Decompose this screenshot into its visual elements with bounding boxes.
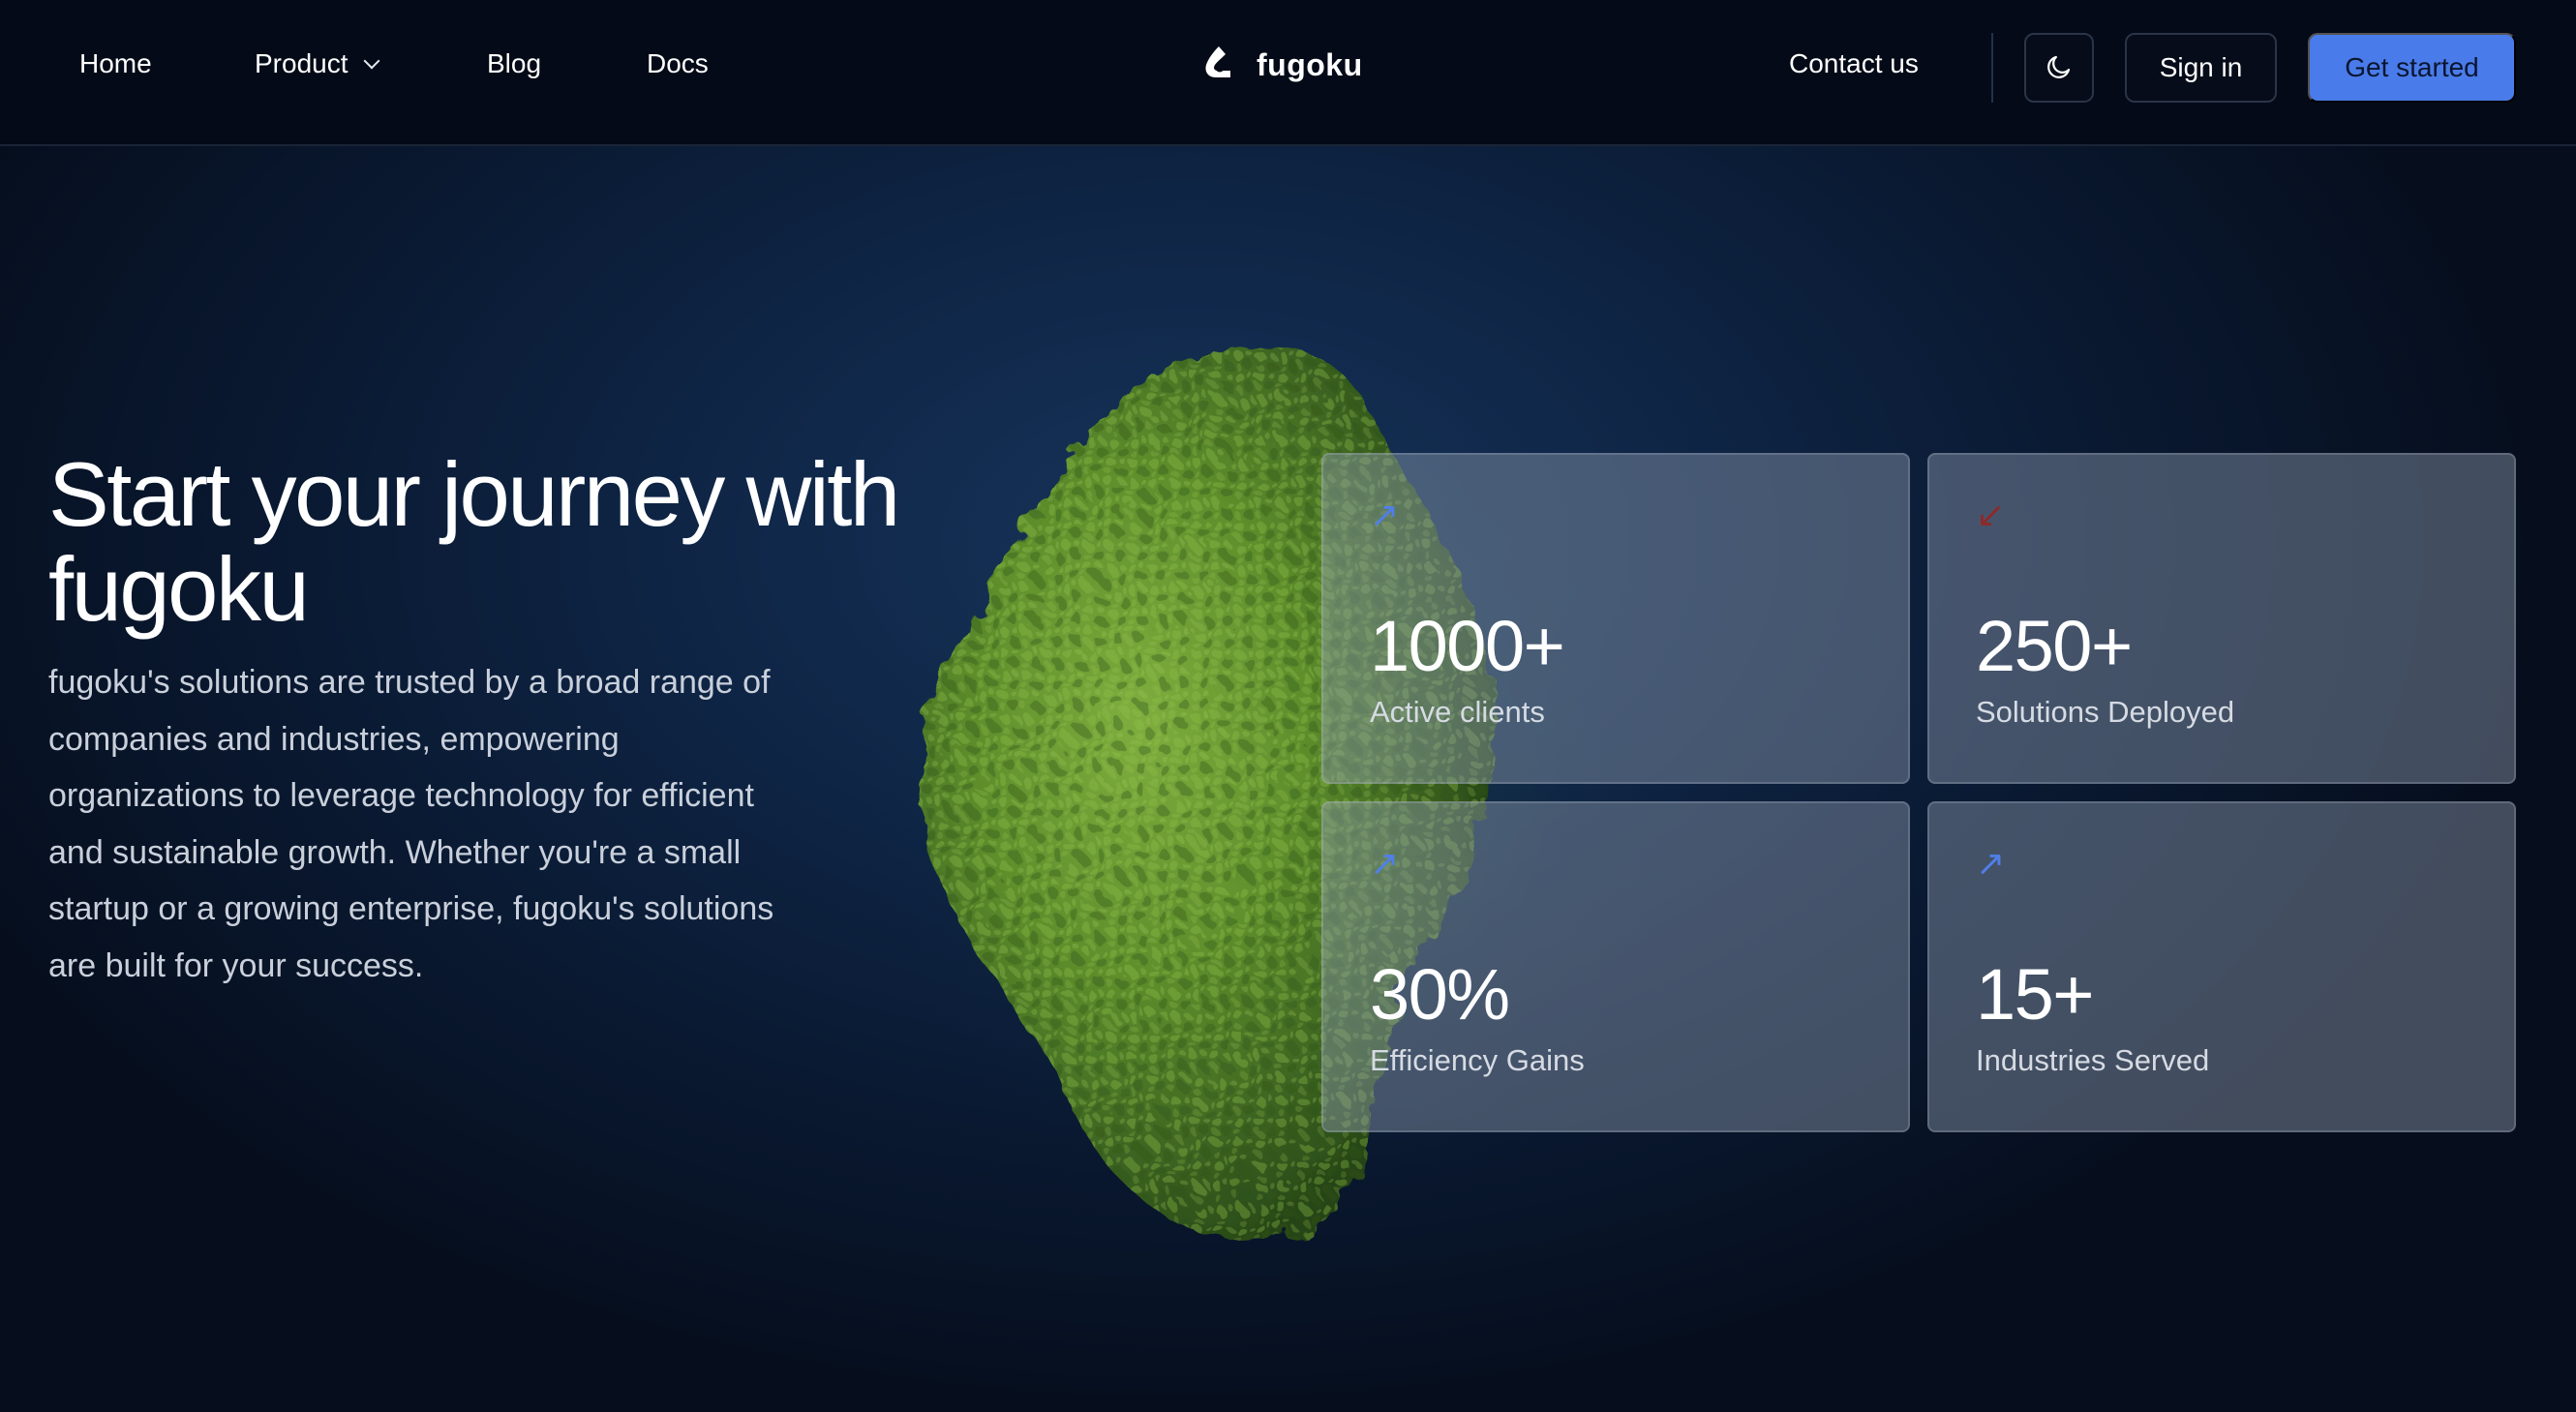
stat-card-industries-served: ↗ 15+ Industries Served [1927,801,2516,1132]
stat-label: Industries Served [1976,1043,2210,1077]
chevron-down-icon [363,52,379,70]
nav-blog-link[interactable]: Blog [487,48,541,79]
nav-product-label: Product [255,48,349,78]
nav-product-dropdown[interactable]: Product [255,48,379,79]
fugoku-logo-icon [1198,44,1237,87]
brand-name: fugoku [1257,47,1363,82]
nav-docs-link[interactable]: Docs [647,48,709,79]
arrow-up-right-icon: ↗ [1370,495,1400,534]
theme-toggle-button[interactable] [2024,33,2094,103]
get-started-button[interactable]: Get started [2308,33,2516,103]
stat-card-solutions-deployed: ↙ 250+ Solutions Deployed [1927,453,2516,784]
stat-card-active-clients: ↗ 1000+ Active clients [1321,453,1910,784]
stat-label: Efficiency Gains [1370,1043,1585,1077]
top-navbar: Home Product Blog Docs fugoku Contact us [0,0,2576,146]
stat-label: Solutions Deployed [1976,695,2235,729]
moon-icon [2045,52,2074,84]
stat-value: 250+ [1976,606,2133,686]
hero-description: fugoku's solutions are trusted by a broa… [48,664,774,984]
header-divider [1991,33,1993,103]
stat-value: 30% [1370,954,1510,1035]
stat-value: 1000+ [1370,606,1565,686]
brand-home-link[interactable]: fugoku [1198,44,1363,87]
arrow-up-right-icon: ↗ [1370,843,1400,883]
stat-label: Active clients [1370,695,1545,729]
landing-page: Home Product Blog Docs fugoku Contact us [0,0,2576,1412]
sign-in-button[interactable]: Sign in [2125,33,2277,103]
nav-home-link[interactable]: Home [79,48,152,79]
contact-us-link[interactable]: Contact us [1789,48,1919,79]
arrow-up-right-icon: ↗ [1976,843,2006,883]
stat-card-efficiency-gains: ↗ 30% Efficiency Gains [1321,801,1910,1132]
stat-value: 15+ [1976,954,2095,1035]
arrow-down-left-icon: ↙ [1976,495,2006,534]
